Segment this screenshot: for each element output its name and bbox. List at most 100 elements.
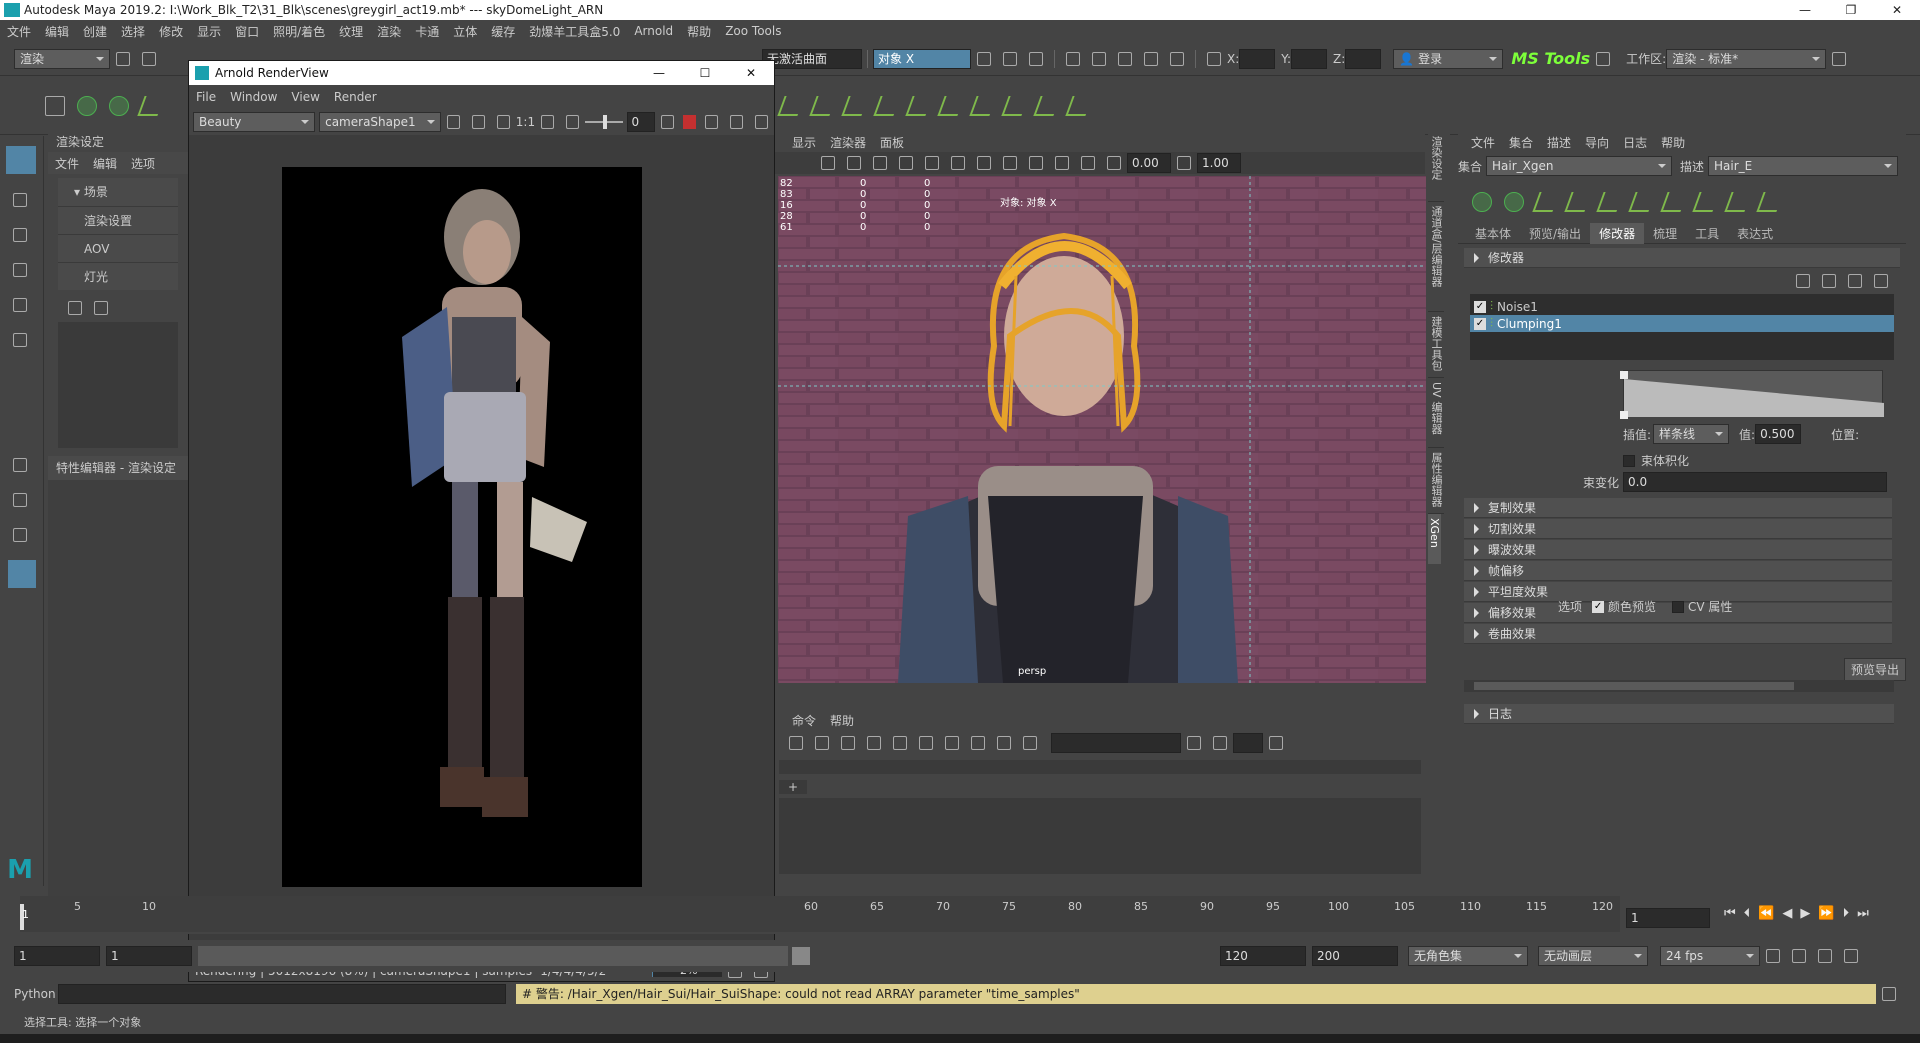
vp-xray-icon[interactable] (1052, 153, 1072, 173)
command-language-label[interactable]: Python (14, 987, 58, 1001)
hair-shelf-icon[interactable] (106, 93, 132, 119)
current-frame-field[interactable]: 1 (1626, 908, 1710, 928)
live-surface-field[interactable]: 无激活曲面 (762, 48, 862, 69)
xg-move-guide-icon[interactable] (1565, 189, 1591, 215)
xg-preview-icon[interactable] (1469, 189, 1495, 215)
xg-menu-description[interactable]: 描述 (1540, 134, 1578, 151)
pause-icon[interactable] (1167, 49, 1187, 69)
section-ripple[interactable]: 曝波效果 (1464, 540, 1892, 560)
menu-help[interactable]: 帮助 (680, 23, 718, 40)
anim-layer-dropdown[interactable]: 无动画层 (1538, 946, 1648, 966)
mod-add-icon[interactable] (1845, 271, 1865, 291)
toggle-panel-icon[interactable] (1829, 49, 1849, 69)
groom-tool-1-icon[interactable] (778, 93, 804, 119)
stop-render-icon[interactable] (683, 115, 697, 129)
vp-menu-display[interactable]: 显示 (785, 134, 823, 151)
arv-menu-render[interactable]: Render (327, 90, 384, 104)
xg-tab-primitives[interactable]: 基本体 (1466, 223, 1520, 244)
menu-file[interactable]: 文件 (0, 23, 38, 40)
xg-add-guide-icon[interactable] (1533, 189, 1559, 215)
snap-point-icon[interactable] (1000, 49, 1020, 69)
lasso-tool-icon[interactable] (10, 190, 30, 210)
groom-tool-5-icon[interactable] (906, 93, 932, 119)
render-settings-icon[interactable] (1115, 49, 1135, 69)
excel-shelf-icon[interactable] (42, 93, 68, 119)
y-field[interactable] (1291, 48, 1328, 69)
command-input[interactable] (58, 984, 506, 1004)
step-forward-icon[interactable]: ⏵ (1843, 906, 1850, 921)
vp-camera-icon[interactable] (844, 153, 864, 173)
side-tab-uv-editor[interactable]: UV 编辑器 (1428, 378, 1444, 448)
xg-sculpt-icon[interactable] (1597, 189, 1623, 215)
sp-menu-command[interactable]: 命令 (785, 712, 823, 729)
menu-lighting[interactable]: 照明/着色 (266, 23, 332, 40)
close-icon[interactable]: ✕ (1874, 3, 1920, 17)
arv-close-icon[interactable]: ✕ (728, 66, 774, 80)
xg-clear-icon[interactable] (1501, 189, 1527, 215)
xg-menu-help[interactable]: 帮助 (1654, 134, 1692, 151)
groom-tool-3-icon[interactable] (842, 93, 868, 119)
ms-tools-logo[interactable]: MS Tools (1511, 49, 1590, 68)
rotate-tool-icon[interactable] (10, 295, 30, 315)
exposure-icon[interactable] (563, 112, 582, 132)
ipr-icon[interactable] (727, 112, 746, 132)
xg-tab-grooming[interactable]: 梳理 (1644, 223, 1686, 244)
ramp-key-bottom[interactable] (1620, 411, 1628, 419)
section-curl[interactable]: 卷曲效果 (1464, 624, 1892, 644)
workspace-dropdown[interactable]: 渲染 - 标准* (1666, 48, 1827, 69)
modifiers-section-header[interactable]: 修改器 (1464, 248, 1900, 268)
layer-list[interactable] (58, 322, 178, 448)
range-handle[interactable] (792, 947, 810, 965)
search-prev-icon[interactable] (1210, 733, 1230, 753)
xg-splines-icon[interactable] (1693, 189, 1719, 215)
eye-shelf-icon[interactable] (74, 93, 100, 119)
menu-arnold[interactable]: Arnold (627, 24, 680, 38)
go-to-end-icon[interactable]: ⏭ (1857, 906, 1869, 921)
end-frame-field[interactable]: 200 (1312, 946, 1398, 966)
vp-isolate-icon[interactable] (1026, 153, 1046, 173)
groom-tool-7-icon[interactable] (970, 93, 996, 119)
section-cut[interactable]: 切割效果 (1464, 519, 1892, 539)
groom-tool-4-icon[interactable] (874, 93, 900, 119)
z-field[interactable] (1345, 48, 1382, 69)
echo-icon[interactable] (942, 733, 962, 753)
preview-export-button[interactable]: 预览导出 (1843, 658, 1906, 681)
rgb-icon[interactable] (469, 112, 488, 132)
arv-menu-view[interactable]: View (284, 90, 326, 104)
side-tab-channel-box[interactable]: 通道盒/层编辑器 (1428, 202, 1444, 312)
side-tab-modeling-toolkit[interactable]: 建模工具包 (1428, 312, 1444, 378)
menu-toolbox[interactable]: 劲爆羊工具盒5.0 (522, 23, 627, 40)
xg-tab-preview[interactable]: 预览/输出 (1520, 223, 1590, 244)
four-layout-icon[interactable] (10, 490, 30, 510)
camera-dropdown[interactable]: cameraShape1 (319, 112, 442, 132)
open-scene-icon[interactable] (139, 49, 159, 69)
log-section-header[interactable]: 日志 (1464, 704, 1894, 724)
mod-move-up-icon[interactable] (1793, 271, 1813, 291)
menuset-dropdown[interactable]: 渲染 (14, 48, 110, 69)
xg-extra-icon[interactable] (1757, 189, 1783, 215)
step-back-icon[interactable]: ⏴ (1744, 906, 1751, 921)
tree-aov[interactable]: AOV (58, 234, 178, 262)
vp-gamma2-icon[interactable] (1174, 153, 1194, 173)
snap-curve-icon[interactable] (974, 49, 994, 69)
arv-maximize-icon[interactable]: ☐ (682, 66, 728, 80)
vp-smooth-icon[interactable] (922, 153, 942, 173)
xg-lasso-icon[interactable] (1629, 189, 1655, 215)
start-frame-field[interactable]: 1 (14, 946, 100, 966)
x-field[interactable] (1239, 48, 1276, 69)
rs-menu-edit[interactable]: 编辑 (86, 155, 124, 172)
vp-menu-renderer[interactable]: 渲染器 (823, 134, 873, 151)
ratio-label[interactable]: 1:1 (516, 115, 535, 129)
list-item[interactable]: ✓ ⫶ Noise1 (1470, 298, 1894, 315)
xg-tab-modifiers[interactable]: 修改器 (1590, 223, 1645, 244)
clear-all-icon[interactable] (838, 733, 858, 753)
mod-move-down-icon[interactable] (1819, 271, 1839, 291)
crop-region-icon[interactable] (538, 112, 557, 132)
channels-icon[interactable] (444, 112, 463, 132)
section-frame-offset[interactable]: 帧偏移 (1464, 561, 1892, 581)
show-input-icon[interactable] (890, 733, 910, 753)
menu-create[interactable]: 创建 (76, 23, 114, 40)
select-mode-field[interactable]: 对象 X (873, 48, 971, 69)
section-copy[interactable]: 复制效果 (1464, 498, 1892, 518)
viewport-canvas[interactable]: 82 0 0 83 0 0 16 0 0 28 0 0 61 0 0 对象: 对象 X persp (778, 176, 1426, 683)
